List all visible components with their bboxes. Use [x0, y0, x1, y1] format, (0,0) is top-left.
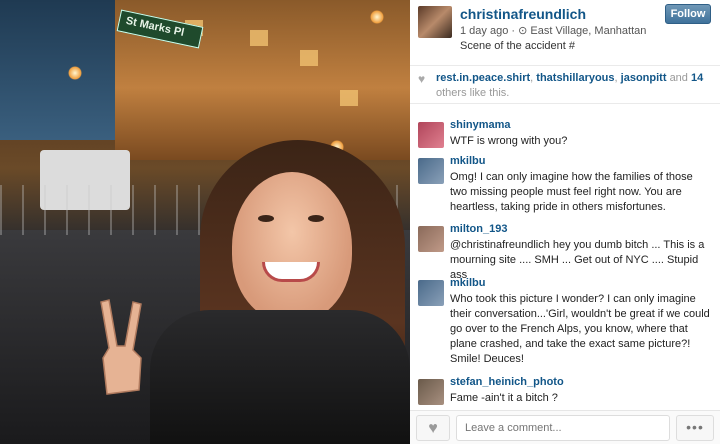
avatar[interactable]: [418, 226, 444, 252]
comment-text: @christinafreundlich hey you dumb bitch …: [450, 239, 705, 281]
comment-text: Fame -ain't it a bitch ?: [450, 392, 558, 404]
heart-icon: ♥: [428, 420, 438, 437]
comment-username[interactable]: milton_193: [450, 223, 507, 235]
photo-eye: [308, 215, 324, 222]
comment-username[interactable]: mkilbu: [450, 277, 485, 289]
comment-text: WTF is wrong with you?: [450, 135, 568, 147]
likes-others-text: others like this.: [436, 87, 510, 99]
post-footer: ♥ •••: [410, 410, 720, 444]
ellipsis-icon: •••: [686, 419, 704, 435]
follow-button[interactable]: Follow: [665, 4, 711, 24]
avatar[interactable]: [418, 122, 444, 148]
like-button[interactable]: ♥: [416, 415, 450, 441]
comment-input[interactable]: [456, 415, 670, 441]
post-header: christinafreundlich 1 day ago · ⊙ East V…: [410, 0, 720, 66]
photo-window: [250, 30, 268, 46]
avatar[interactable]: [418, 158, 444, 184]
comment-username[interactable]: stefan_heinich_photo: [450, 376, 564, 388]
location-pin-icon: ⊙: [518, 25, 528, 37]
avatar[interactable]: [418, 379, 444, 405]
avatar[interactable]: [418, 6, 452, 38]
likes-others-count[interactable]: 14: [691, 72, 703, 84]
likes-and: and: [669, 72, 688, 84]
photo-window: [340, 90, 358, 106]
like-user[interactable]: rest.in.peace.shirt: [436, 72, 530, 84]
post-username[interactable]: christinafreundlich: [460, 6, 586, 22]
photo-eye: [258, 215, 274, 222]
street-lamp: [68, 66, 82, 80]
like-user[interactable]: thatshillaryous: [536, 72, 614, 84]
post-sidebar: christinafreundlich 1 day ago · ⊙ East V…: [410, 0, 720, 444]
post-time: 1 day ago: [460, 25, 509, 37]
likes-section: ♥ rest.in.peace.shirt, thatshillaryous, …: [410, 66, 720, 104]
avatar[interactable]: [418, 280, 444, 306]
like-user[interactable]: jasonpitt: [621, 72, 667, 84]
comment-text: Omg! I can only imagine how the families…: [450, 171, 693, 213]
photo-sky: [0, 0, 130, 140]
likes-text: rest.in.peace.shirt, thatshillaryous, ja…: [436, 72, 704, 99]
photo-jacket: [150, 310, 410, 444]
comment-text: Who took this picture I wonder? I can on…: [450, 293, 710, 365]
post-caption: Scene of the accident #: [460, 40, 575, 52]
peace-sign-hand: [100, 299, 142, 395]
post-photo[interactable]: St Marks Pl: [0, 0, 410, 444]
photo-window: [300, 50, 318, 66]
post-location[interactable]: East Village, Manhattan: [530, 25, 646, 37]
more-options-button[interactable]: •••: [676, 415, 714, 441]
heart-icon: ♥: [418, 72, 426, 86]
post-meta: 1 day ago · ⊙ East Village, Manhattan: [460, 24, 646, 37]
comment-username[interactable]: shinymama: [450, 119, 511, 131]
comment-username[interactable]: mkilbu: [450, 155, 485, 167]
street-lamp: [370, 10, 384, 24]
comments-list[interactable]: shinymama WTF is wrong with you? mkilbu …: [410, 104, 720, 410]
photo-face: [232, 172, 352, 322]
